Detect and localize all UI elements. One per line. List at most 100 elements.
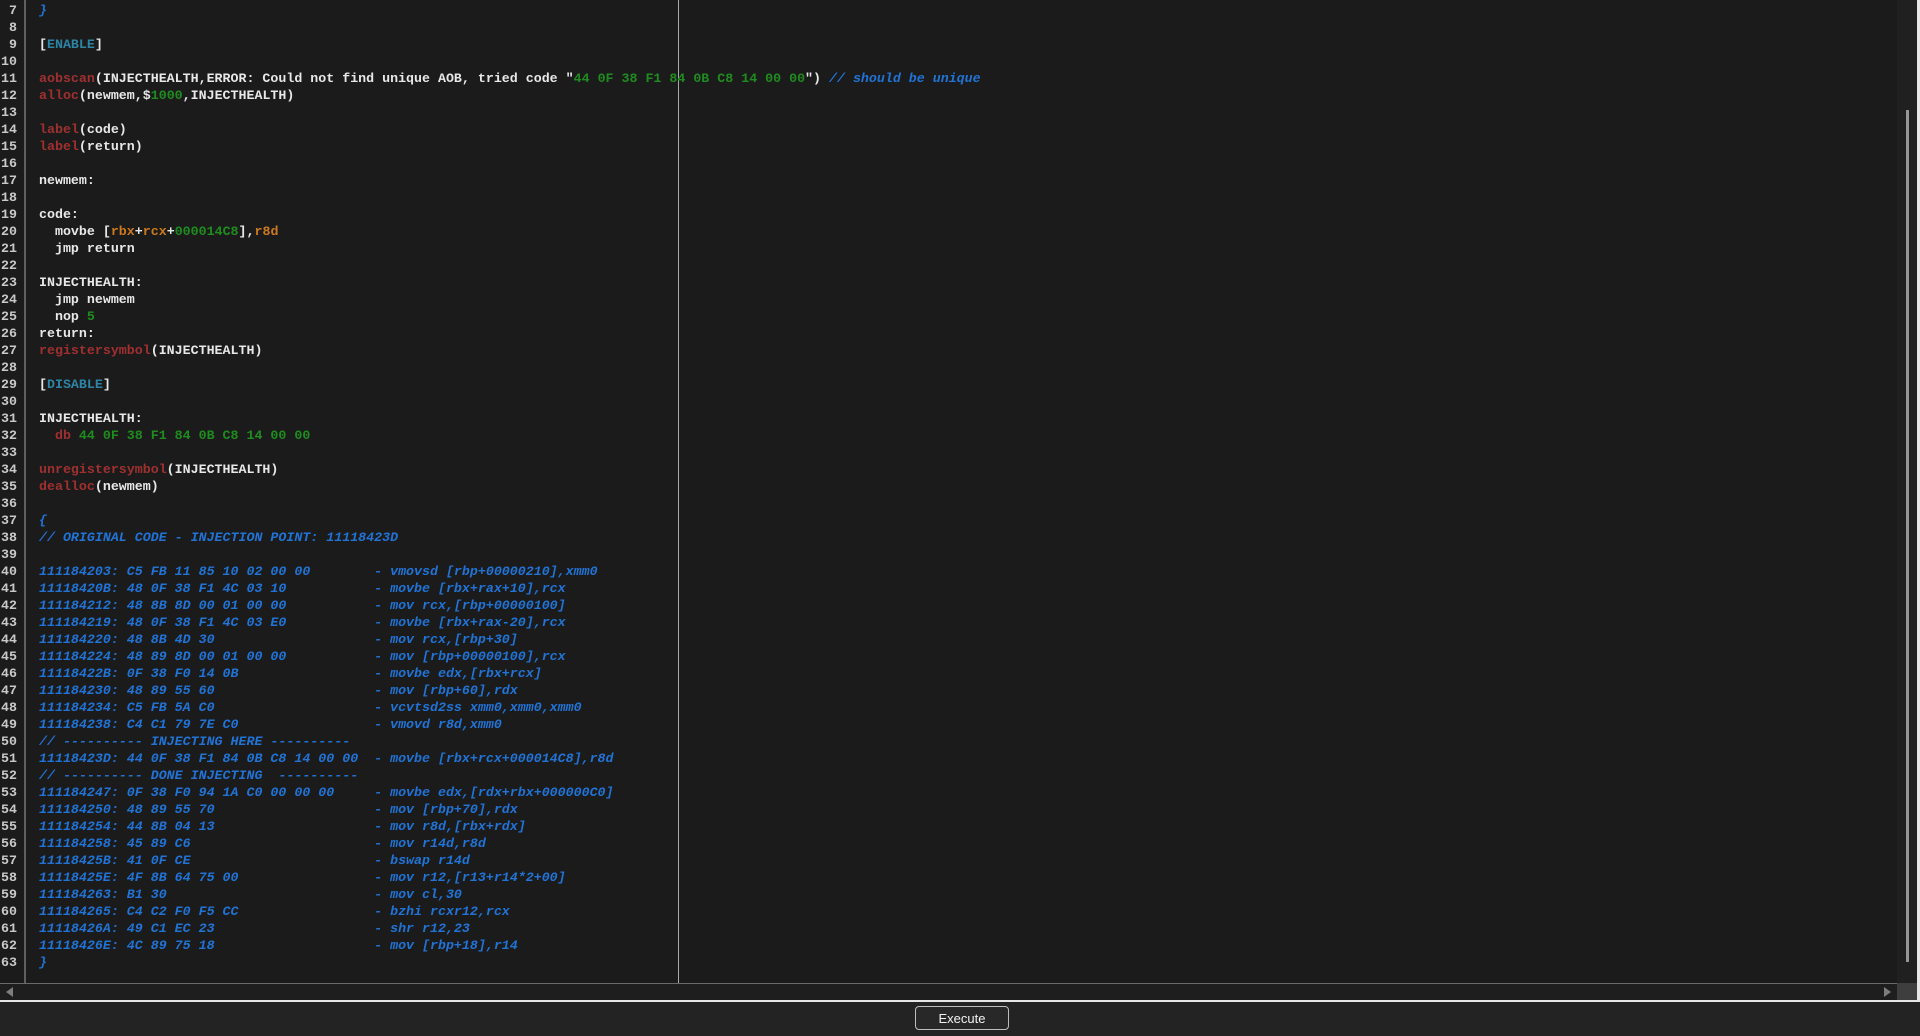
line-number: 26: [0, 325, 17, 342]
code-line: 30: [0, 393, 1890, 410]
line-number: 7: [0, 2, 17, 19]
code-lines: 7}89[ENABLE]1011aobscan(INJECTHEALTH,ERR…: [0, 2, 1890, 971]
line-number: 53: [0, 784, 17, 801]
code-line: 27registersymbol(INJECTHEALTH): [0, 342, 1890, 359]
code-line: 9[ENABLE]: [0, 36, 1890, 53]
code-line: 4611118422B: 0F 38 F0 14 0B - movbe edx,…: [0, 665, 1890, 682]
code-line: 20 movbe [rbx+rcx+000014C8],r8d: [0, 223, 1890, 240]
line-number: 44: [0, 631, 17, 648]
line-number: 40: [0, 563, 17, 580]
code-line: 44111184220: 48 8B 4D 30 - mov rcx,[rbp+…: [0, 631, 1890, 648]
scroll-right-arrow-icon[interactable]: [1884, 987, 1891, 997]
line-number: 17: [0, 172, 17, 189]
code-line: 50// ---------- INJECTING HERE ---------…: [0, 733, 1890, 750]
line-number: 28: [0, 359, 17, 376]
line-number: 36: [0, 495, 17, 512]
code-line: 5811118425E: 4F 8B 64 75 00 - mov r12,[r…: [0, 869, 1890, 886]
code-line: 7}: [0, 2, 1890, 19]
code-line: 14label(code): [0, 121, 1890, 138]
code-line: 26return:: [0, 325, 1890, 342]
code-line: 54111184250: 48 89 55 70 - mov [rbp+70],…: [0, 801, 1890, 818]
line-number: 46: [0, 665, 17, 682]
line-number: 30: [0, 393, 17, 410]
code-line: 39: [0, 546, 1890, 563]
code-line: 16: [0, 155, 1890, 172]
line-number: 31: [0, 410, 17, 427]
code-line: 47111184230: 48 89 55 60 - mov [rbp+60],…: [0, 682, 1890, 699]
bottom-panel: Execute: [0, 1002, 1920, 1036]
line-number: 24: [0, 291, 17, 308]
code-line: 31INJECTHEALTH:: [0, 410, 1890, 427]
code-line: 37{: [0, 512, 1890, 529]
line-number: 61: [0, 920, 17, 937]
line-number: 11: [0, 70, 17, 87]
line-number: 18: [0, 189, 17, 206]
line-number: 43: [0, 614, 17, 631]
code-line: 10: [0, 53, 1890, 70]
script-editor[interactable]: 7}89[ENABLE]1011aobscan(INJECTHEALTH,ERR…: [0, 0, 1897, 983]
line-number: 29: [0, 376, 17, 393]
code-line: 34unregistersymbol(INJECTHEALTH): [0, 461, 1890, 478]
code-line: 49111184238: C4 C1 79 7E C0 - vmovd r8d,…: [0, 716, 1890, 733]
code-line: 22: [0, 257, 1890, 274]
code-line: 43111184219: 48 0F 38 F1 4C 03 E0 - movb…: [0, 614, 1890, 631]
code-line: 52// ---------- DONE INJECTING ---------…: [0, 767, 1890, 784]
code-line: 53111184247: 0F 38 F0 94 1A C0 00 00 00 …: [0, 784, 1890, 801]
code-line: 18: [0, 189, 1890, 206]
line-number: 54: [0, 801, 17, 818]
code-line: 21 jmp return: [0, 240, 1890, 257]
line-number: 13: [0, 104, 17, 121]
code-line: 24 jmp newmem: [0, 291, 1890, 308]
line-number: 35: [0, 478, 17, 495]
line-number: 63: [0, 954, 17, 971]
code-line: 11aobscan(INJECTHEALTH,ERROR: Could not …: [0, 70, 1890, 87]
code-line: 38// ORIGINAL CODE - INJECTION POINT: 11…: [0, 529, 1890, 546]
code-line: 55111184254: 44 8B 04 13 - mov r8d,[rbx+…: [0, 818, 1890, 835]
line-number: 39: [0, 546, 17, 563]
code-line: 8: [0, 19, 1890, 36]
code-line: 59111184263: B1 30 - mov cl,30: [0, 886, 1890, 903]
code-line: 17newmem:: [0, 172, 1890, 189]
scrollbar-corner: [1897, 983, 1917, 1000]
line-number: 55: [0, 818, 17, 835]
code-line: 6211118426E: 4C 89 75 18 - mov [rbp+18],…: [0, 937, 1890, 954]
line-number: 22: [0, 257, 17, 274]
line-number: 15: [0, 138, 17, 155]
line-number: 56: [0, 835, 17, 852]
code-line: 45111184224: 48 89 8D 00 01 00 00 - mov …: [0, 648, 1890, 665]
line-number: 59: [0, 886, 17, 903]
line-number: 37: [0, 512, 17, 529]
line-number: 34: [0, 461, 17, 478]
line-number: 12: [0, 87, 17, 104]
vertical-scrollbar[interactable]: [1897, 0, 1917, 983]
scroll-left-arrow-icon[interactable]: [6, 987, 13, 997]
code-line: 33: [0, 444, 1890, 461]
line-number: 25: [0, 308, 17, 325]
code-line: 19code:: [0, 206, 1890, 223]
code-line: 13: [0, 104, 1890, 121]
code-line: 48111184234: C5 FB 5A C0 - vcvtsd2ss xmm…: [0, 699, 1890, 716]
code-line: 42111184212: 48 8B 8D 00 01 00 00 - mov …: [0, 597, 1890, 614]
line-number: 58: [0, 869, 17, 886]
line-number: 49: [0, 716, 17, 733]
line-number: 52: [0, 767, 17, 784]
line-number: 8: [0, 19, 17, 36]
code-line: 6111118426A: 49 C1 EC 23 - shr r12,23: [0, 920, 1890, 937]
line-number: 51: [0, 750, 17, 767]
code-line: 12alloc(newmem,$1000,INJECTHEALTH): [0, 87, 1890, 104]
code-line: 32 db 44 0F 38 F1 84 0B C8 14 00 00: [0, 427, 1890, 444]
execute-button[interactable]: Execute: [915, 1006, 1009, 1030]
code-line: 35dealloc(newmem): [0, 478, 1890, 495]
line-number: 60: [0, 903, 17, 920]
vertical-scrollbar-thumb[interactable]: [1906, 110, 1909, 962]
line-number: 57: [0, 852, 17, 869]
line-number: 23: [0, 274, 17, 291]
line-number: 47: [0, 682, 17, 699]
code-line: 5711118425B: 41 0F CE - bswap r14d: [0, 852, 1890, 869]
code-line: 28: [0, 359, 1890, 376]
horizontal-scrollbar[interactable]: [0, 983, 1897, 1000]
code-line: 40111184203: C5 FB 11 85 10 02 00 00 - v…: [0, 563, 1890, 580]
code-line: 23INJECTHEALTH:: [0, 274, 1890, 291]
code-line: 56111184258: 45 89 C6 - mov r14d,r8d: [0, 835, 1890, 852]
line-number: 16: [0, 155, 17, 172]
